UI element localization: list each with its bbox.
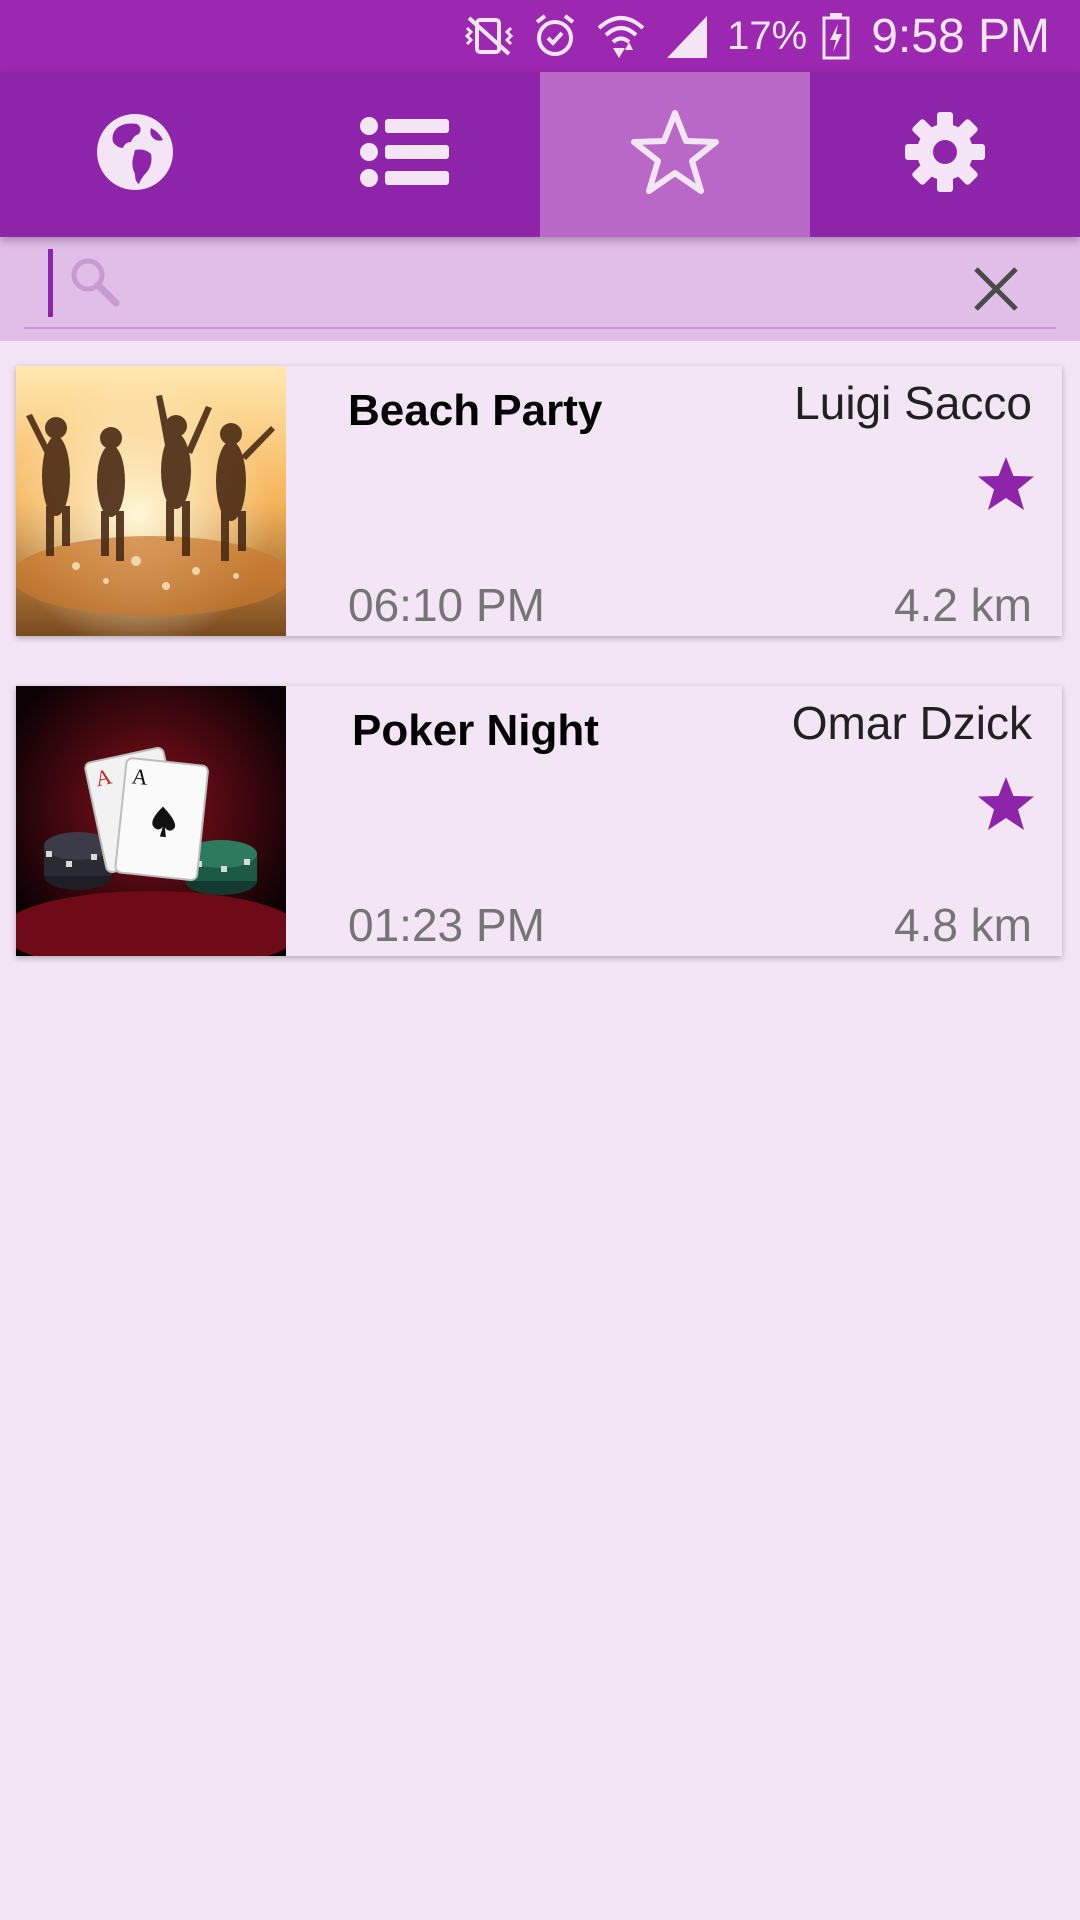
event-distance: 4.2 km bbox=[893, 579, 1032, 631]
svg-text:A: A bbox=[131, 763, 150, 790]
tab-map[interactable] bbox=[0, 72, 270, 237]
tab-list[interactable] bbox=[270, 72, 540, 237]
clock: 9:58 PM bbox=[871, 9, 1050, 63]
event-distance: 4.8 km bbox=[893, 899, 1032, 951]
tab-favorites[interactable] bbox=[540, 72, 810, 237]
wifi-icon bbox=[595, 10, 647, 62]
text-cursor bbox=[48, 249, 53, 317]
beach-party-photo bbox=[16, 366, 286, 636]
event-title: Beach Party bbox=[348, 386, 603, 435]
list-icon bbox=[359, 116, 451, 193]
signal-icon bbox=[661, 10, 713, 62]
event-card[interactable]: A A Poker Night Omar Dzick 01:23 PM 4.8 … bbox=[16, 686, 1062, 956]
battery-percent: 17% bbox=[727, 13, 808, 58]
event-time: 06:10 PM bbox=[348, 579, 545, 631]
search-bar bbox=[0, 237, 1080, 341]
search-underline bbox=[24, 327, 1056, 329]
favorite-star-icon[interactable] bbox=[976, 774, 1036, 834]
gear-icon bbox=[904, 111, 986, 198]
alarm-icon bbox=[529, 10, 581, 62]
favorite-star-icon[interactable] bbox=[976, 454, 1036, 514]
tab-bar bbox=[0, 72, 1080, 237]
event-title: Poker Night bbox=[352, 706, 599, 755]
event-host: Omar Dzick bbox=[791, 697, 1032, 749]
globe-icon bbox=[95, 112, 175, 197]
event-host: Luigi Sacco bbox=[794, 377, 1032, 429]
search-input[interactable] bbox=[130, 251, 930, 321]
event-time: 01:23 PM bbox=[348, 899, 545, 951]
search-icon bbox=[68, 255, 122, 314]
star-outline-icon bbox=[630, 108, 720, 201]
close-icon[interactable] bbox=[968, 261, 1024, 317]
tab-settings[interactable] bbox=[810, 72, 1080, 237]
battery-charging-icon bbox=[821, 10, 851, 62]
vibrate-off-icon bbox=[463, 10, 515, 62]
status-bar: 17% 9:58 PM bbox=[0, 0, 1080, 72]
event-card[interactable]: Beach Party Luigi Sacco 06:10 PM 4.2 km bbox=[16, 366, 1062, 636]
poker-cards-chips-photo: A A bbox=[16, 686, 286, 956]
